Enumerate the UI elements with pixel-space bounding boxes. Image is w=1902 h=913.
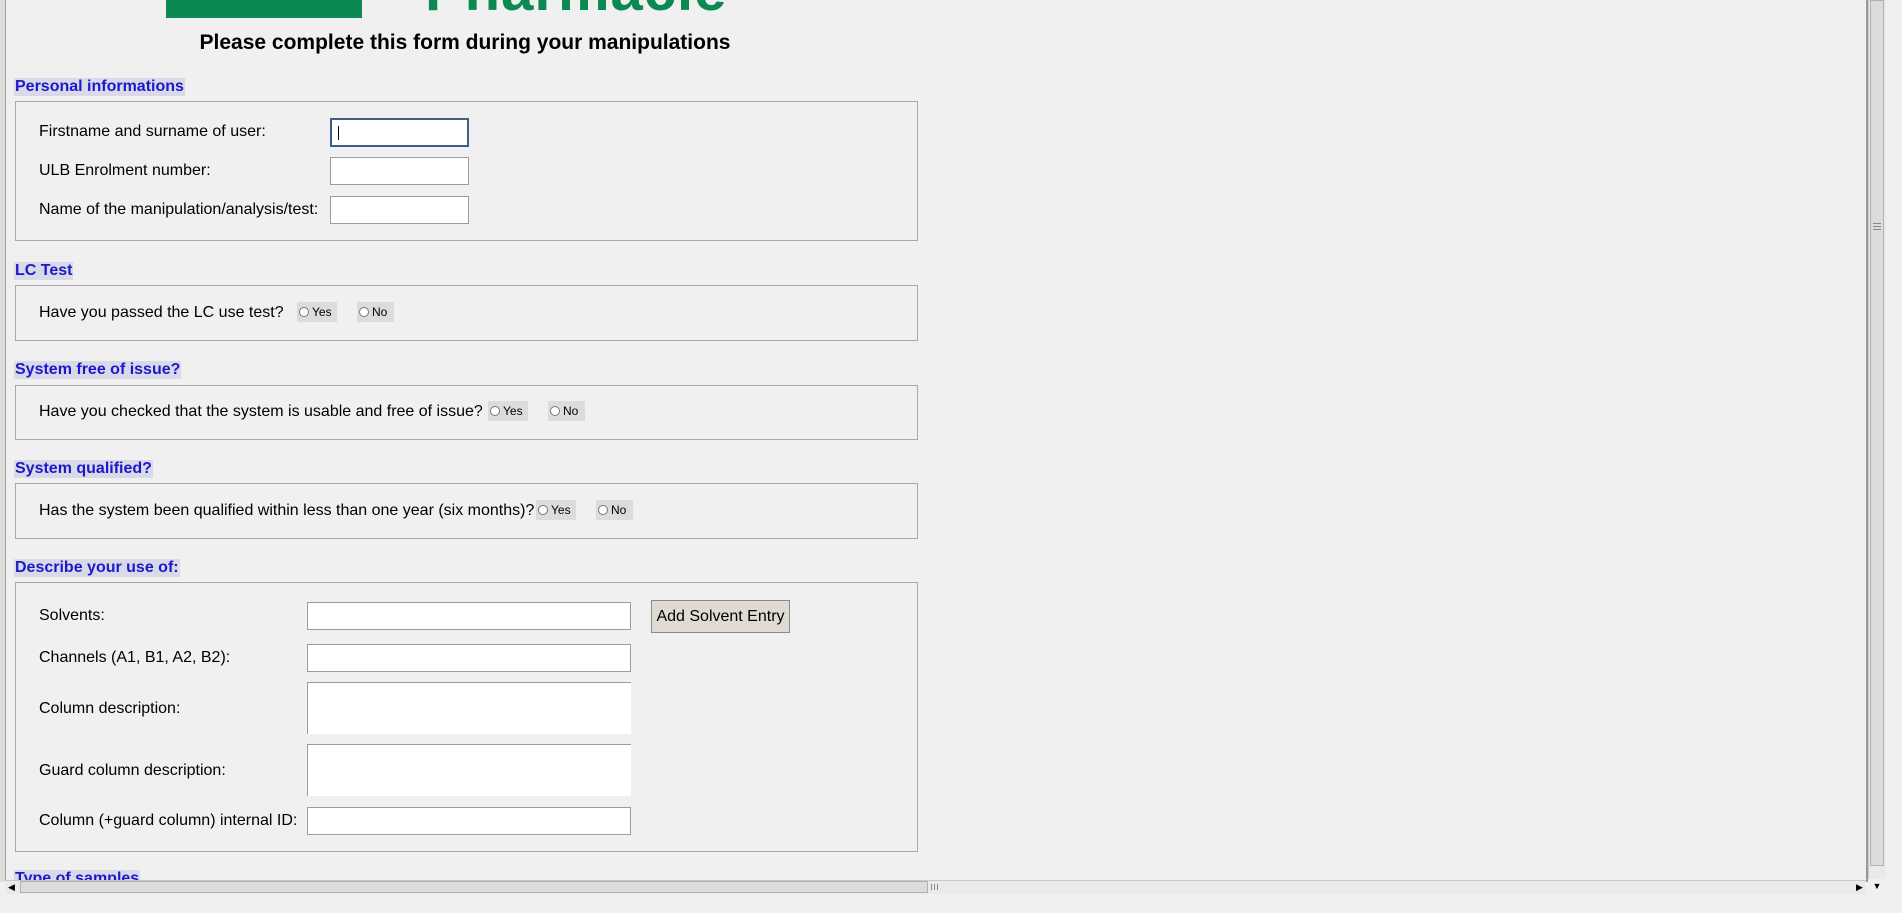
radio-circle-icon [299, 307, 309, 317]
lc-test-no-radio[interactable]: No [357, 302, 394, 322]
system-qualified-yes-radio[interactable]: Yes [536, 500, 576, 520]
channels-label: Channels (A1, B1, A2, B2): [39, 649, 231, 666]
system-qualified-legend: System qualified? [14, 460, 153, 478]
system-free-legend: System free of issue? [14, 361, 182, 379]
channels-input[interactable] [307, 644, 631, 672]
radio-circle-icon [598, 505, 608, 515]
system-free-no-radio[interactable]: No [548, 401, 585, 421]
radio-label: No [372, 305, 388, 319]
system-qualified-no-radio[interactable]: No [596, 500, 633, 520]
guard-textarea[interactable] [307, 744, 631, 796]
logo-text: Pharmacie [425, 0, 727, 20]
triangle-left-icon[interactable]: ◀ [5, 881, 18, 893]
page-title: Please complete this form during your ma… [199, 31, 731, 54]
solvents-input[interactable] [307, 602, 631, 630]
system-qualified-question: Has the system been qualified within les… [39, 502, 535, 519]
radio-circle-icon [359, 307, 369, 317]
system-free-yes-radio[interactable]: Yes [488, 401, 528, 421]
vertical-scroll-thumb[interactable] [1870, 0, 1884, 866]
radio-circle-icon [550, 406, 560, 416]
text-caret [338, 126, 339, 140]
scroll-grip-line [937, 884, 938, 890]
status-area [0, 895, 1902, 913]
manipulation-input[interactable] [330, 196, 469, 224]
horizontal-scroll-thumb[interactable] [20, 881, 928, 893]
scroll-grip-line [934, 884, 935, 890]
use-legend: Describe your use of: [14, 559, 180, 577]
lc-test-legend: LC Test [14, 262, 74, 280]
scroll-grip-line [1873, 223, 1881, 224]
manipulation-label: Name of the manipulation/analysis/test: [39, 201, 319, 218]
radio-circle-icon [538, 505, 548, 515]
radio-label: Yes [312, 305, 332, 319]
solvents-label: Solvents: [39, 607, 105, 624]
internal-id-label: Column (+guard column) internal ID: [39, 812, 298, 829]
column-label: Column description: [39, 700, 181, 717]
scroll-grip-line [1873, 229, 1881, 230]
enrolment-label: ULB Enrolment number: [39, 162, 211, 179]
radio-circle-icon [490, 406, 500, 416]
radio-label: Yes [503, 404, 523, 418]
column-textarea[interactable] [307, 682, 631, 734]
personal-legend: Personal informations [14, 78, 185, 96]
internal-id-input[interactable] [307, 807, 631, 835]
lc-test-question: Have you passed the LC use test? [39, 304, 284, 321]
name-label: Firstname and surname of user: [39, 123, 266, 140]
name-input[interactable] [330, 118, 469, 147]
samples-legend-clip: Type of samples [14, 870, 174, 880]
samples-legend: Type of samples [14, 870, 141, 880]
scroll-grip-line [1873, 226, 1881, 227]
radio-label: No [611, 503, 627, 517]
scroll-grip-line [931, 884, 932, 890]
guard-label: Guard column description: [39, 762, 226, 779]
radio-label: Yes [551, 503, 571, 517]
logo-bar [166, 0, 362, 18]
triangle-right-icon[interactable]: ▶ [1853, 881, 1866, 893]
system-free-question: Have you checked that the system is usab… [39, 403, 483, 420]
triangle-down-icon[interactable]: ▼ [1870, 880, 1884, 893]
enrolment-input[interactable] [330, 157, 469, 185]
radio-label: No [563, 404, 579, 418]
lc-test-yes-radio[interactable]: Yes [297, 302, 337, 322]
window-left-border [0, 0, 6, 882]
add-solvent-button[interactable]: Add Solvent Entry [651, 600, 790, 633]
